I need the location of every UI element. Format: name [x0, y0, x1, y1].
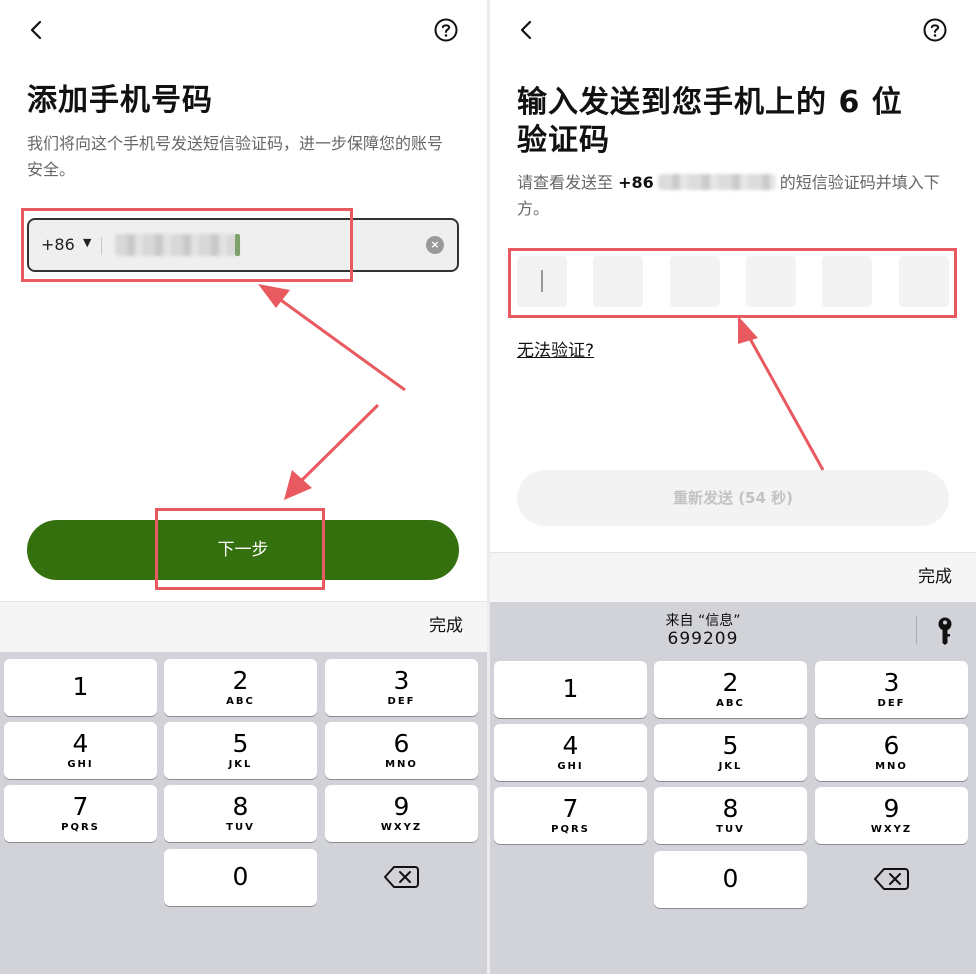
page-title-line2: 验证码: [517, 123, 610, 158]
key-3[interactable]: 3 DEF: [815, 661, 968, 718]
verify-code-screen: 输入发送到您手机上的 6 位 验证码 请查看发送至 +86 的短信验证码并填入下方…: [490, 0, 976, 974]
key-icon[interactable]: [934, 616, 956, 646]
highlight-phone-input: [21, 208, 353, 282]
numeric-keyboard: 1 2 ABC 3 DEF 4 GHI 5 JKL 6 MNO 7 PQRS 8 TUV 9W…: [0, 652, 487, 974]
key-6[interactable]: 6 MNO: [325, 722, 478, 779]
backspace-icon[interactable]: [382, 862, 422, 892]
key-6[interactable]: 6 MNO: [815, 724, 968, 781]
key-2[interactable]: 2 ABC: [164, 659, 317, 716]
add-phone-screen: 添加手机号码 我们将向这个手机号发送短信验证码，进一步保障您的账号安全。 +86…: [0, 0, 487, 974]
key-1[interactable]: 1: [4, 659, 157, 716]
key-4[interactable]: 4 GHI: [4, 722, 157, 779]
page-title: 添加手机号码: [27, 83, 213, 118]
page-subtitle: 我们将向这个手机号发送短信验证码，进一步保障您的账号安全。: [27, 134, 444, 179]
keyboard-toolbar: 完成: [0, 601, 487, 652]
backspace-icon[interactable]: [872, 864, 912, 894]
back-icon[interactable]: [515, 14, 539, 46]
keyboard-done-button[interactable]: 完成: [918, 562, 952, 587]
help-icon[interactable]: [922, 17, 948, 43]
key-5[interactable]: 5 JKL: [164, 722, 317, 779]
numeric-keyboard: 1 2 ABC 3 DEF 4 GHI 5 JKL 6 MNO 7 PQRS 8 TUV 9W…: [490, 658, 976, 974]
autofill-separator: [916, 616, 917, 644]
page-title-line1: 输入发送到您手机上的 6 位: [517, 85, 903, 120]
key-0[interactable]: 0: [164, 849, 317, 906]
key-7[interactable]: 7 PQRS: [4, 785, 157, 842]
key-1[interactable]: 1: [494, 661, 647, 718]
keyboard-done-button[interactable]: 完成: [429, 611, 463, 636]
phone-number-blurred: [657, 174, 776, 190]
key-9[interactable]: 9 WXYZ: [815, 787, 968, 844]
key-7[interactable]: 7 PQRS: [494, 787, 647, 844]
key-8[interactable]: 8 TUV: [164, 785, 317, 842]
autofill-code[interactable]: 699209: [490, 629, 916, 649]
key-8[interactable]: 8 TUV: [654, 787, 807, 844]
key-2[interactable]: 2 ABC: [654, 661, 807, 718]
key-9[interactable]: 9 WXYZ: [325, 785, 478, 842]
keyboard-toolbar: 完成: [490, 552, 976, 602]
clear-icon[interactable]: ×: [426, 236, 444, 254]
help-icon[interactable]: [433, 17, 459, 43]
page-subtitle: 请查看发送至 +86 的短信验证码并填入下方。: [517, 173, 940, 218]
resend-button: 重新发送 (54 秒): [517, 470, 949, 526]
highlight-code-boxes: [508, 248, 957, 318]
key-0[interactable]: 0: [654, 851, 807, 908]
highlight-next-button: [155, 508, 325, 590]
cant-verify-link[interactable]: 无法验证?: [517, 336, 594, 361]
key-3[interactable]: 3 DEF: [325, 659, 478, 716]
back-icon[interactable]: [25, 14, 49, 46]
key-5[interactable]: 5 JKL: [654, 724, 807, 781]
code-autofill-bar[interactable]: 来自 “信息” 699209: [490, 602, 976, 658]
key-4[interactable]: 4 GHI: [494, 724, 647, 781]
autofill-source-label: 来自 “信息”: [665, 613, 741, 629]
